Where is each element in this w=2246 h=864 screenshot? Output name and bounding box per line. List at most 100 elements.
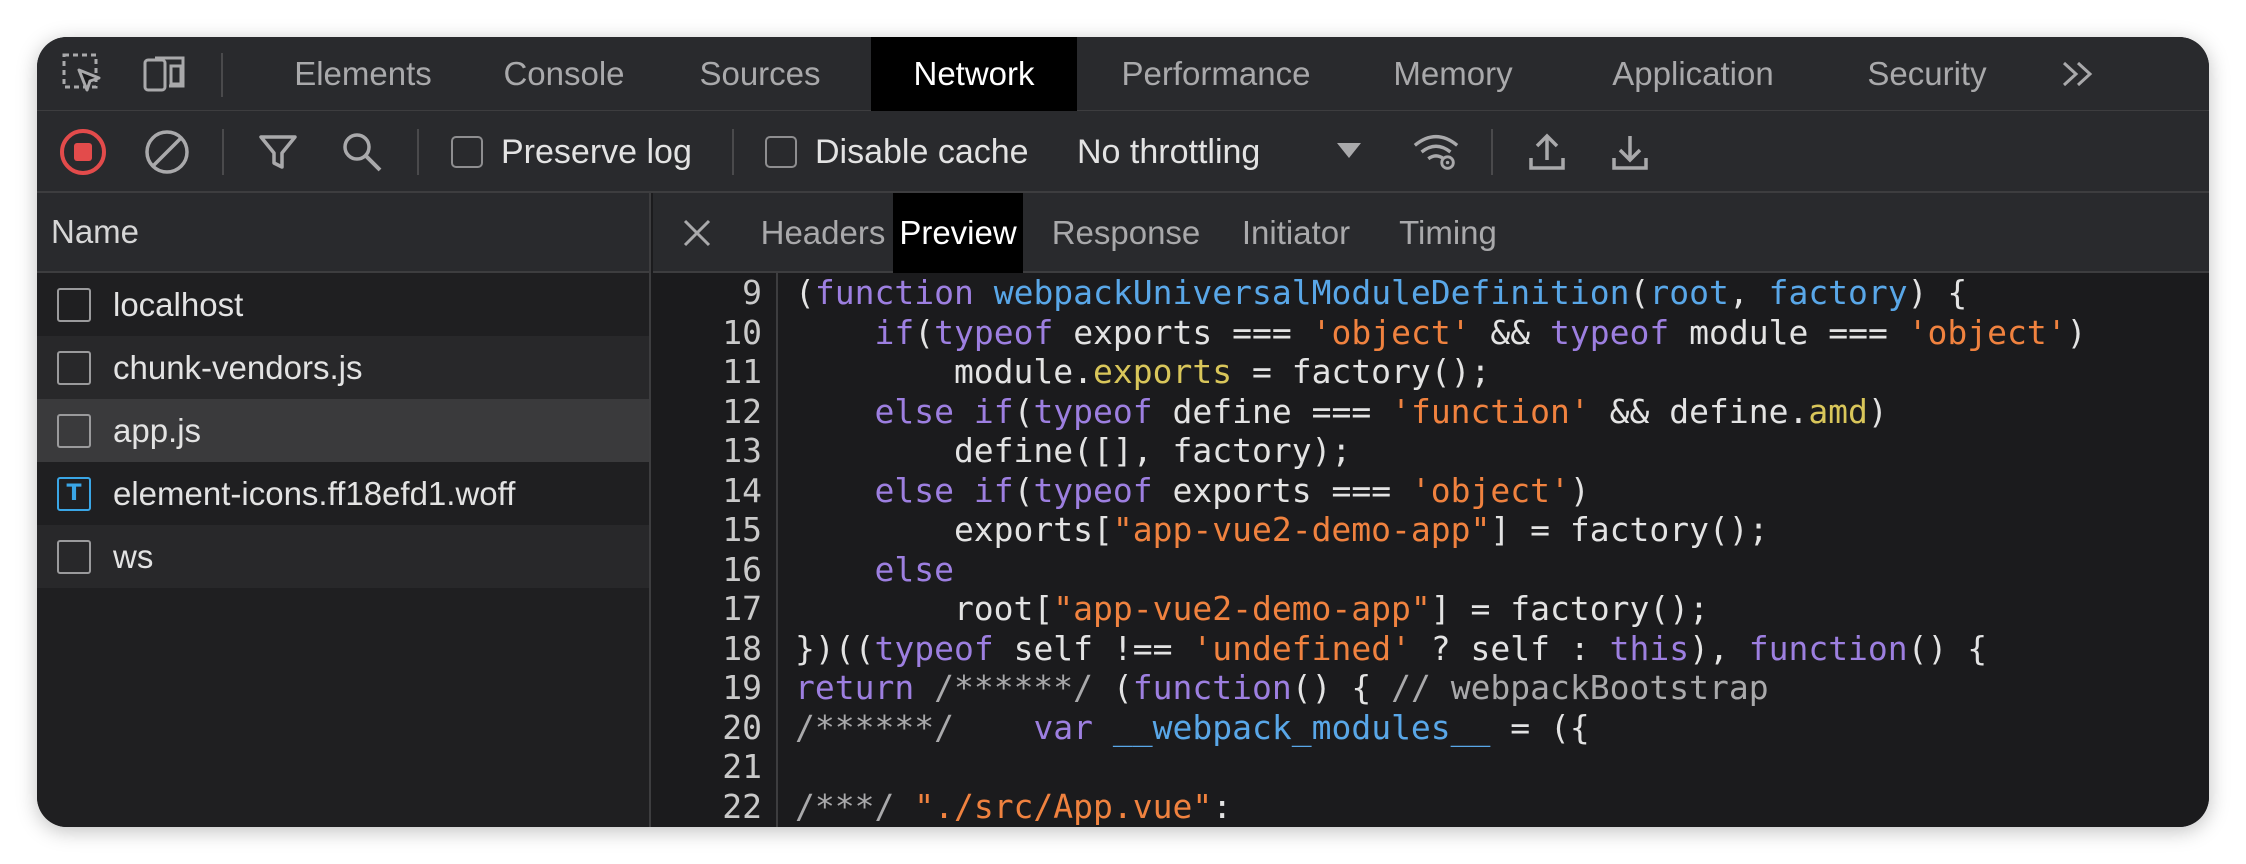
code-token: function: [814, 273, 974, 312]
list-item[interactable]: app.js: [37, 399, 649, 462]
line-number-gutter: 9 10 11 12 13 14 15 16 17 18 19 20 21 22: [653, 273, 778, 827]
code-token: this: [1609, 628, 1690, 668]
code-token: = ({: [1490, 707, 1590, 747]
tab-timing[interactable]: Timing: [1383, 193, 1513, 273]
code-token: exports ===: [1152, 470, 1411, 510]
device-toolbar-icon[interactable]: [141, 51, 189, 97]
upload-icon[interactable]: [1522, 127, 1572, 177]
code-token: else if: [874, 391, 1014, 431]
code-token: exports ===: [1053, 312, 1312, 352]
tab-headers[interactable]: Headers: [753, 193, 893, 273]
name-column-header[interactable]: Name: [37, 193, 649, 273]
line-number: 20: [722, 707, 762, 747]
network-toolbar: Preserve log Disable cache No throttling: [37, 111, 2209, 193]
code-token: module ===: [1669, 312, 1908, 352]
devtools-window: Elements Console Sources Network Perform…: [37, 37, 2209, 827]
tab-network[interactable]: Network: [871, 37, 1077, 111]
tab-console[interactable]: Console: [489, 37, 639, 111]
request-list: Name localhost chunk-vendors.js app.js T…: [37, 193, 651, 827]
disable-cache-label: Disable cache: [815, 132, 1029, 171]
devtools-tabbar: Elements Console Sources Network Perform…: [37, 37, 2209, 111]
code-token: () {: [1907, 628, 1988, 668]
code-token: webpackUniversalModuleDefinition: [993, 273, 1630, 312]
code-token: ? self :: [1410, 628, 1610, 668]
line-number: 16: [722, 549, 762, 589]
throttling-select[interactable]: No throttling: [1077, 131, 1260, 173]
line-number: 21: [722, 747, 762, 786]
tab-initiator[interactable]: Initiator: [1231, 193, 1361, 273]
list-item[interactable]: T element-icons.ff18efd1.woff: [37, 462, 649, 525]
tab-elements[interactable]: Elements: [277, 37, 449, 111]
code-line: else: [795, 550, 2087, 590]
tab-security[interactable]: Security: [1837, 37, 2017, 111]
clear-icon[interactable]: [142, 127, 192, 177]
filter-icon[interactable]: [253, 127, 303, 177]
list-item[interactable]: localhost: [37, 273, 649, 336]
chevron-double-right-icon[interactable]: [2054, 51, 2102, 97]
code-token: /***/: [795, 786, 895, 826]
code-token: })((: [795, 628, 875, 668]
checkbox-box[interactable]: [765, 136, 797, 168]
chevron-down-icon[interactable]: [1337, 143, 1361, 158]
network-conditions-icon[interactable]: [1411, 127, 1461, 177]
code-line: define([], factory);: [795, 431, 2087, 471]
search-icon[interactable]: [337, 127, 387, 177]
code-token: typeof: [934, 312, 1054, 352]
code-token: ): [2066, 312, 2087, 352]
code-token: // webpackBootstrap: [1391, 668, 1769, 707]
detail-tabbar: Headers Preview Response Initiator Timin…: [653, 193, 2209, 273]
code-token: /******/: [934, 668, 1094, 707]
record-stop-icon[interactable]: [58, 127, 108, 177]
code-token: ] = factory();: [1490, 510, 1769, 549]
tab-preview[interactable]: Preview: [893, 193, 1023, 273]
document-icon: [57, 413, 91, 448]
preserve-log-checkbox[interactable]: Preserve log: [451, 131, 692, 173]
line-number: 18: [722, 628, 762, 668]
checkbox-box[interactable]: [451, 136, 483, 168]
code-token: function: [1748, 628, 1908, 668]
code-line: return /******/ (function() { // webpack…: [795, 668, 2087, 708]
tab-response[interactable]: Response: [1041, 193, 1211, 273]
close-icon[interactable]: [677, 213, 717, 253]
code-token: define ===: [1152, 391, 1392, 431]
preserve-log-label: Preserve log: [501, 132, 692, 171]
tab-memory[interactable]: Memory: [1382, 37, 1524, 111]
list-item[interactable]: ws: [37, 525, 649, 588]
code-token: 'object': [1410, 470, 1570, 510]
code-line: module.exports = factory();: [795, 352, 2087, 392]
font-file-icon: T: [57, 476, 91, 511]
disable-cache-checkbox[interactable]: Disable cache: [765, 131, 1029, 173]
request-name: element-icons.ff18efd1.woff: [113, 474, 516, 512]
code-token: ): [1867, 391, 1888, 431]
tab-performance[interactable]: Performance: [1107, 37, 1325, 111]
code-token: root: [1649, 273, 1729, 312]
line-number: 10: [722, 312, 762, 352]
code-token: define([], factory);: [795, 431, 1352, 470]
tab-application[interactable]: Application: [1593, 37, 1793, 111]
code-token: 'function': [1391, 391, 1590, 431]
tab-sources[interactable]: Sources: [689, 37, 831, 111]
code-token: typeof: [1033, 470, 1153, 510]
code-preview[interactable]: 9 10 11 12 13 14 15 16 17 18 19 20 21 22 (function we…: [653, 273, 2209, 827]
code-token: 'object': [1311, 312, 1471, 352]
inspect-element-icon[interactable]: [59, 51, 107, 97]
code-token: (: [914, 312, 935, 352]
code-token: ),: [1689, 628, 1749, 668]
code-token: ] = factory();: [1430, 589, 1709, 628]
code-line: (function webpackUniversalModuleDefiniti…: [795, 273, 2087, 313]
code-token: ) {: [1907, 273, 1968, 312]
download-icon[interactable]: [1605, 127, 1655, 177]
code-line: /******/ var __webpack_modules__ = ({: [795, 708, 2087, 748]
request-name: app.js: [113, 411, 202, 449]
list-item[interactable]: chunk-vendors.js: [37, 336, 649, 399]
code-line: else if(typeof exports === 'object'): [795, 471, 2087, 511]
code-line: else if(typeof define === 'function' && …: [795, 392, 2087, 432]
